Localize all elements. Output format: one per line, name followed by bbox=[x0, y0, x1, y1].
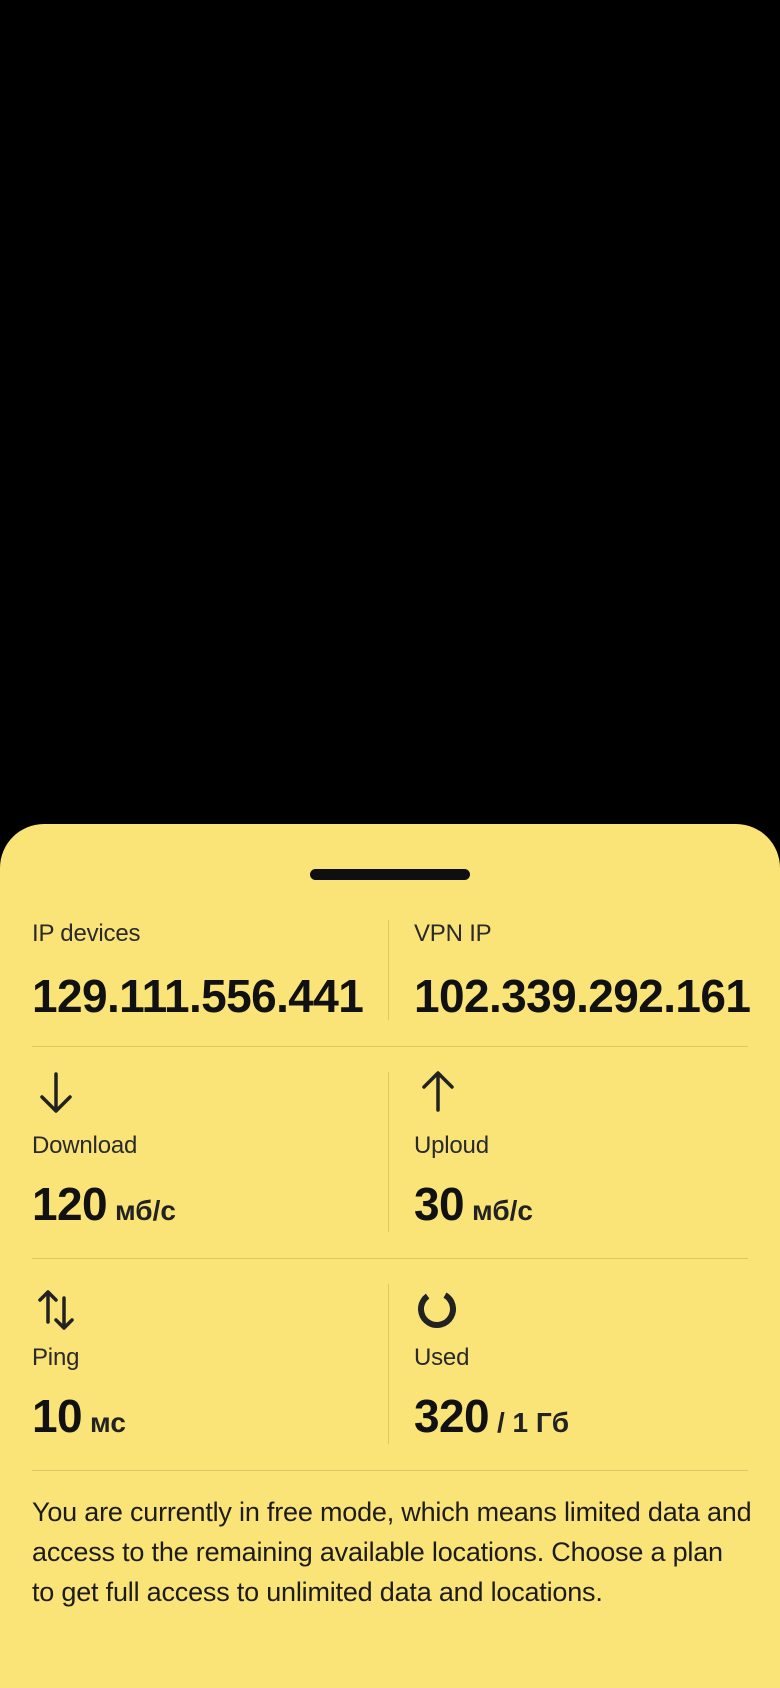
upload-block: Uploud 30 мб/с bbox=[414, 1132, 754, 1242]
column-divider bbox=[388, 1284, 389, 1444]
vpn-ip-block: VPN IP 102.339.292.161 bbox=[414, 920, 754, 1022]
used-label: Used bbox=[414, 1344, 470, 1371]
column-divider bbox=[388, 1072, 389, 1232]
ping-block: Ping 10 мс bbox=[32, 1344, 372, 1454]
upload-value: 30 bbox=[414, 1178, 465, 1230]
ip-devices-label: IP devices bbox=[32, 920, 141, 947]
dimmed-backdrop[interactable] bbox=[0, 0, 780, 824]
upload-label: Uploud bbox=[414, 1132, 489, 1159]
used-metric: 320/ 1 Гб bbox=[414, 1390, 754, 1454]
connection-info-sheet: IP devices 129.111.556.441 VPN IP 102.33… bbox=[0, 824, 780, 1688]
ping-unit: мс bbox=[89, 1407, 126, 1438]
ping-metric: 10 мс bbox=[32, 1390, 372, 1454]
ping-value: 10 bbox=[32, 1390, 83, 1442]
used-block: Used 320/ 1 Гб bbox=[414, 1344, 754, 1454]
ip-devices-block: IP devices 129.111.556.441 bbox=[32, 920, 372, 1022]
upload-unit: мб/с bbox=[471, 1195, 533, 1226]
download-metric: 120 мб/с bbox=[32, 1178, 372, 1242]
vpn-ip-value: 102.339.292.161 bbox=[414, 970, 751, 1022]
circle-progress-icon bbox=[414, 1286, 456, 1330]
used-unit: / 1 Гб bbox=[496, 1407, 570, 1438]
arrow-up-icon bbox=[418, 1070, 458, 1114]
ip-devices-value: 129.111.556.441 bbox=[32, 970, 364, 1022]
row-divider bbox=[32, 1258, 748, 1259]
ping-label: Ping bbox=[32, 1344, 80, 1371]
download-block: Download 120 мб/с bbox=[32, 1132, 372, 1242]
column-divider bbox=[388, 920, 389, 1020]
vpn-ip-label: VPN IP bbox=[414, 920, 492, 947]
free-mode-notice: You are currently in free mode, which me… bbox=[32, 1497, 752, 1607]
arrows-up-down-icon bbox=[36, 1288, 76, 1332]
upload-metric: 30 мб/с bbox=[414, 1178, 754, 1242]
used-value: 320 bbox=[414, 1390, 490, 1442]
arrow-down-icon bbox=[36, 1070, 76, 1114]
download-value: 120 bbox=[32, 1178, 108, 1230]
sheet-drag-handle[interactable] bbox=[310, 869, 470, 880]
download-label: Download bbox=[32, 1132, 138, 1159]
download-unit: мб/с bbox=[114, 1195, 176, 1226]
row-divider bbox=[32, 1470, 748, 1471]
row-divider bbox=[32, 1046, 748, 1047]
